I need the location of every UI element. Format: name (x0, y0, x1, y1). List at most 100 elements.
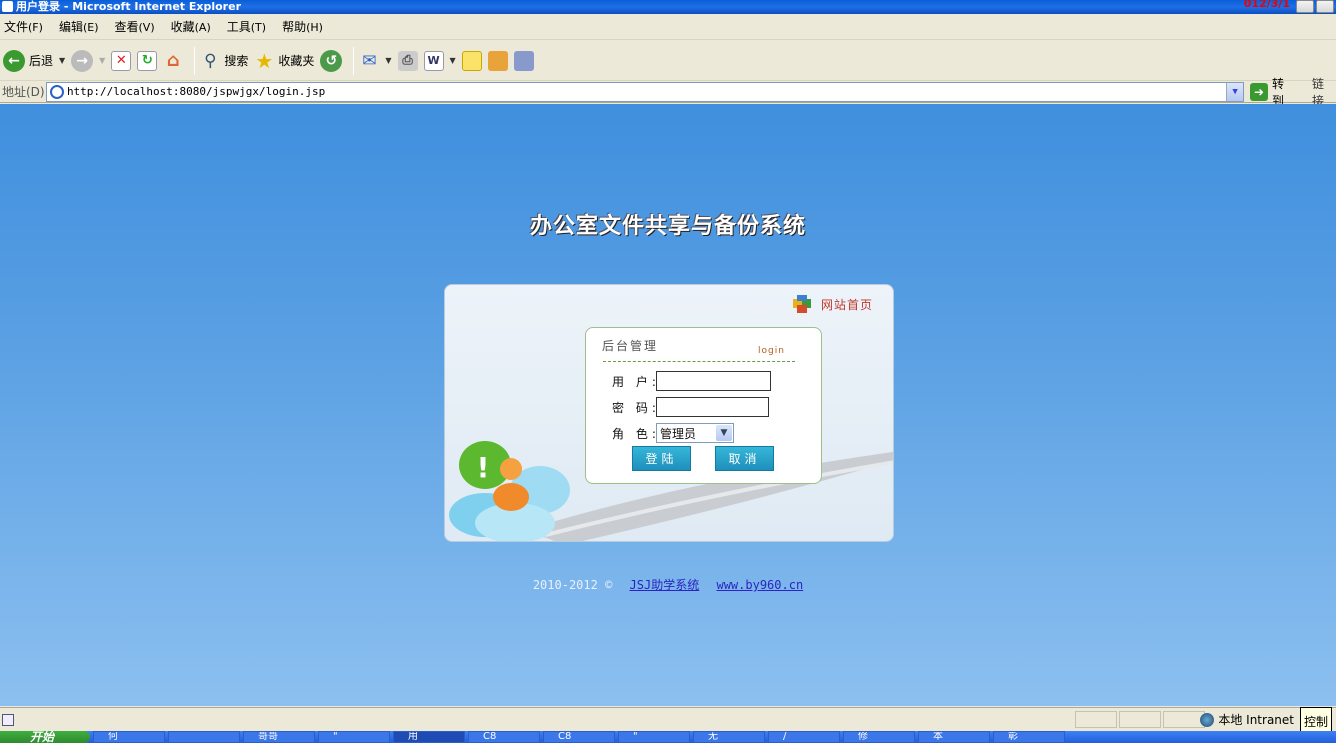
zone-label: 本地 Intranet (1218, 713, 1294, 727)
edit-dropdown-icon[interactable]: ▼ (450, 56, 456, 65)
favorites-label: 收藏夹 (278, 54, 315, 68)
menu-tools[interactable]: 工具(T) (227, 18, 266, 35)
password-input[interactable] (656, 397, 769, 417)
mail-button[interactable]: ✉ ▼ (359, 46, 391, 76)
taskbar-item[interactable]: " (618, 731, 690, 743)
start-button[interactable]: 开始 (0, 731, 90, 743)
forward-dropdown-icon[interactable]: ▼ (99, 56, 105, 65)
form-heading: 后台管理 (602, 339, 659, 353)
research-button[interactable] (487, 46, 508, 76)
status-bar: 本地 Intranet (0, 707, 1336, 731)
taskbar: 开始 何 哥哥 " 用 C8 C8 " 无 / 修 本 彰 (0, 731, 1336, 743)
stop-icon: ✕ (111, 50, 132, 71)
menu-help-acc: (H) (306, 21, 323, 34)
status-panel (1119, 711, 1161, 728)
page-content: 办公室文件共享与备份系统 网站首页 ! 后台管理 login 用 户: 密 码:… (0, 104, 1336, 706)
address-bar: 地址(D) http://localhost:8080/jspwjgx/logi… (0, 77, 1336, 108)
menu-view[interactable]: 查看(V) (115, 18, 155, 35)
taskbar-item[interactable]: 何 (93, 731, 165, 743)
menu-tools-acc: (T) (250, 21, 267, 34)
home-button[interactable]: ⌂ (163, 46, 183, 76)
window-corner-text: 012/3/1 (1243, 0, 1290, 10)
page-icon (49, 84, 64, 99)
taskbar-item[interactable]: C8 (543, 731, 615, 743)
search-button[interactable]: ⚲ 搜索 (200, 46, 248, 76)
menu-file[interactable]: 文件(F) (4, 18, 43, 35)
star-icon: ★ (255, 48, 274, 73)
address-dropdown-icon[interactable]: ▼ (1226, 82, 1244, 101)
taskbar-item[interactable] (168, 731, 240, 743)
security-zone: 本地 Intranet (1200, 711, 1294, 728)
refresh-icon: ↻ (137, 50, 158, 71)
cube-icon (792, 295, 811, 313)
website-link[interactable]: www.by960.cn (716, 578, 803, 592)
menu-tools-label: 工具 (226, 20, 251, 34)
menu-help[interactable]: 帮助(H) (282, 18, 323, 35)
home-icon: ⌂ (166, 50, 180, 71)
taskbar-item[interactable]: 彰 (993, 731, 1065, 743)
taskbar-item[interactable]: / (768, 731, 840, 743)
menu-file-label: 文件 (4, 20, 29, 34)
taskbar-item[interactable]: 修 (843, 731, 915, 743)
menu-edit-acc: (E) (82, 21, 99, 34)
login-form: 后台管理 login 用 户: 密 码: 角 色: 管理员 ▼ 登陆 取消 (585, 327, 822, 484)
printer-icon: ⎙ (397, 50, 418, 71)
edit-word-button[interactable]: W ▼ (423, 46, 456, 76)
menu-file-acc: (F) (28, 21, 43, 34)
ie-icon (2, 1, 13, 12)
minimize-button[interactable] (1296, 0, 1314, 13)
refresh-button[interactable]: ↻ (137, 46, 158, 76)
system-title: 办公室文件共享与备份系统 (529, 213, 806, 239)
address-input[interactable]: http://localhost:8080/jspwjgx/login.jsp … (45, 81, 1245, 102)
taskbar-item[interactable]: 哥哥 (243, 731, 315, 743)
copyright-text: 2010-2012 © (532, 578, 613, 592)
menu-favorites-label: 收藏 (170, 20, 195, 34)
jsj-link[interactable]: JSJ助学系统 (630, 578, 700, 592)
svg-text:!: ! (477, 451, 490, 484)
forward-button[interactable]: → ▼ (71, 46, 105, 76)
stop-button[interactable]: ✕ (111, 46, 132, 76)
role-select[interactable]: 管理员 ▼ (656, 423, 734, 443)
home-link[interactable]: 网站首页 (792, 295, 873, 313)
login-button[interactable]: 登陆 (632, 446, 691, 471)
taskbar-item[interactable]: 无 (693, 731, 765, 743)
back-dropdown-icon[interactable]: ▼ (59, 56, 65, 65)
status-panels (1075, 711, 1205, 728)
back-arrow-icon: ← (3, 49, 25, 72)
print-button[interactable]: ⎙ (397, 46, 418, 76)
taskbar-item[interactable]: C8 (468, 731, 540, 743)
history-button[interactable]: ↺ (320, 46, 343, 76)
mail-icon: ✉ (362, 50, 377, 71)
username-input[interactable] (656, 371, 771, 391)
mail-dropdown-icon[interactable]: ▼ (385, 56, 391, 65)
discuss-button[interactable] (461, 46, 482, 76)
toolbar: ← 后退 ▼ → ▼ ✕ ↻ ⌂ ⚲ 搜索 ★ 收藏夹 ↺ ✉ ▼ ⎙ W ▼ (0, 41, 1336, 81)
taskbar-item[interactable]: 本 (918, 731, 990, 743)
taskbar-item[interactable]: " (318, 731, 390, 743)
menu-favorites[interactable]: 收藏(A) (171, 18, 211, 35)
role-label: 角 色: (612, 426, 660, 441)
menu-view-acc: (V) (138, 21, 155, 34)
taskbar-item-active[interactable]: 用 (393, 731, 465, 743)
chevron-down-icon: ▼ (716, 425, 732, 441)
address-url: http://localhost:8080/jspwjgx/login.jsp (66, 85, 326, 98)
status-panel (1163, 711, 1205, 728)
messenger-button[interactable] (513, 46, 534, 76)
toolbar-separator (194, 46, 196, 75)
password-label: 密 码: (612, 400, 660, 415)
back-label: 后退 (29, 54, 54, 68)
menu-help-label: 帮助 (282, 20, 307, 34)
page-footer: 2010-2012 © JSJ助学系统 www.by960.cn (0, 576, 1336, 593)
messenger-icon (513, 50, 534, 71)
back-button[interactable]: ← 后退 ▼ (3, 46, 65, 76)
search-label: 搜索 (224, 54, 249, 68)
restore-button[interactable] (1316, 0, 1334, 13)
cancel-button[interactable]: 取消 (715, 446, 774, 471)
menu-edit[interactable]: 编辑(E) (59, 18, 99, 35)
user-alert-icon: ! (449, 441, 570, 541)
status-panel (1075, 711, 1117, 728)
password-row: 密 码: (612, 397, 769, 417)
favorites-button[interactable]: ★ 收藏夹 (254, 46, 314, 76)
form-login-tag: login (758, 346, 785, 356)
page-status-icon (2, 713, 14, 726)
